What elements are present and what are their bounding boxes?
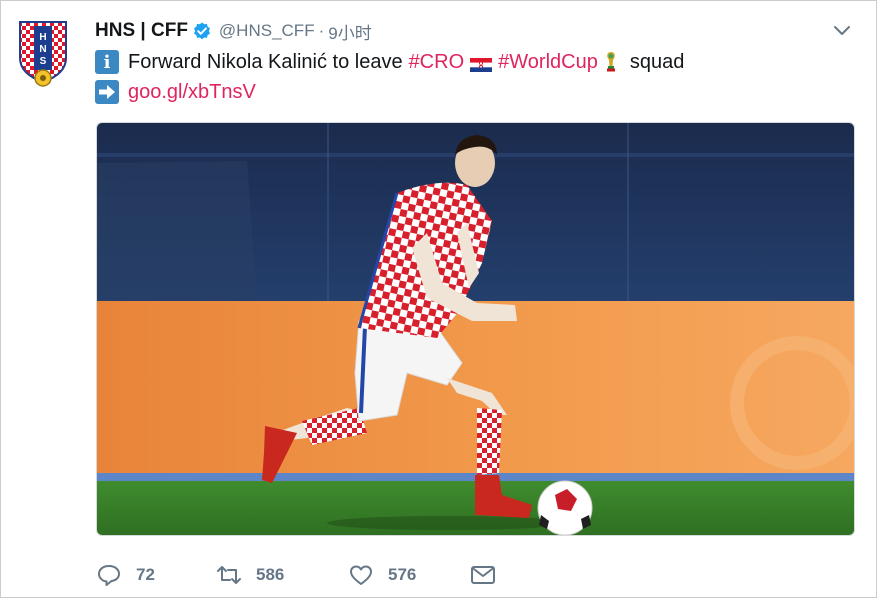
- reply-icon: [98, 565, 120, 586]
- croatia-player-photo: [97, 123, 854, 535]
- timestamp[interactable]: 9小时: [328, 19, 371, 44]
- tweet-actions: 72 586 576: [96, 560, 496, 590]
- heart-icon: [350, 565, 372, 585]
- direct-message-icon: [471, 566, 495, 584]
- hns-logo-icon: H N S: [19, 21, 67, 87]
- svg-text:S: S: [40, 56, 47, 67]
- right-arrow-emoji-icon: [95, 80, 119, 104]
- avatar[interactable]: H N S: [14, 18, 72, 88]
- retweet-button[interactable]: 586: [216, 563, 348, 587]
- retweet-icon: [217, 566, 241, 584]
- tweet-text-end: squad: [629, 50, 685, 73]
- direct-message-button[interactable]: [470, 563, 496, 587]
- like-button[interactable]: 576: [348, 563, 470, 587]
- retweet-count: 586: [256, 565, 285, 584]
- information-emoji-icon: i: [95, 50, 119, 74]
- world-cup-trophy-icon: [604, 51, 618, 73]
- svg-text:H: H: [39, 32, 46, 43]
- user-handle[interactable]: @HNS_CFF: [219, 21, 315, 41]
- like-count: 576: [388, 565, 417, 584]
- tweet-text: Forward Nikola Kalinić to leave: [128, 50, 403, 73]
- tweet-text-line-2: goo.gl/xbTnsV: [95, 80, 256, 104]
- reply-count: 72: [136, 565, 155, 584]
- hashtag-cro-link[interactable]: #CRO: [409, 51, 465, 74]
- display-name[interactable]: HNS | CFF: [95, 20, 188, 42]
- tweet-link[interactable]: goo.gl/xbTnsV: [128, 81, 256, 104]
- croatia-flag-icon: [470, 55, 493, 72]
- svg-text:N: N: [39, 44, 46, 55]
- verified-badge-icon: [193, 22, 211, 40]
- separator-dot: ·: [318, 21, 325, 40]
- tweet-text-line-1: i Forward Nikola Kalinić to leave #CRO #…: [95, 50, 684, 74]
- hashtag-worldcup-link[interactable]: #WorldCup: [498, 51, 598, 74]
- reply-button[interactable]: 72: [96, 563, 216, 587]
- tweet-media-photo[interactable]: [96, 122, 855, 536]
- chevron-down-icon[interactable]: [833, 24, 851, 36]
- tweet-header: HNS | CFF @HNS_CFF · 9小时: [95, 18, 372, 44]
